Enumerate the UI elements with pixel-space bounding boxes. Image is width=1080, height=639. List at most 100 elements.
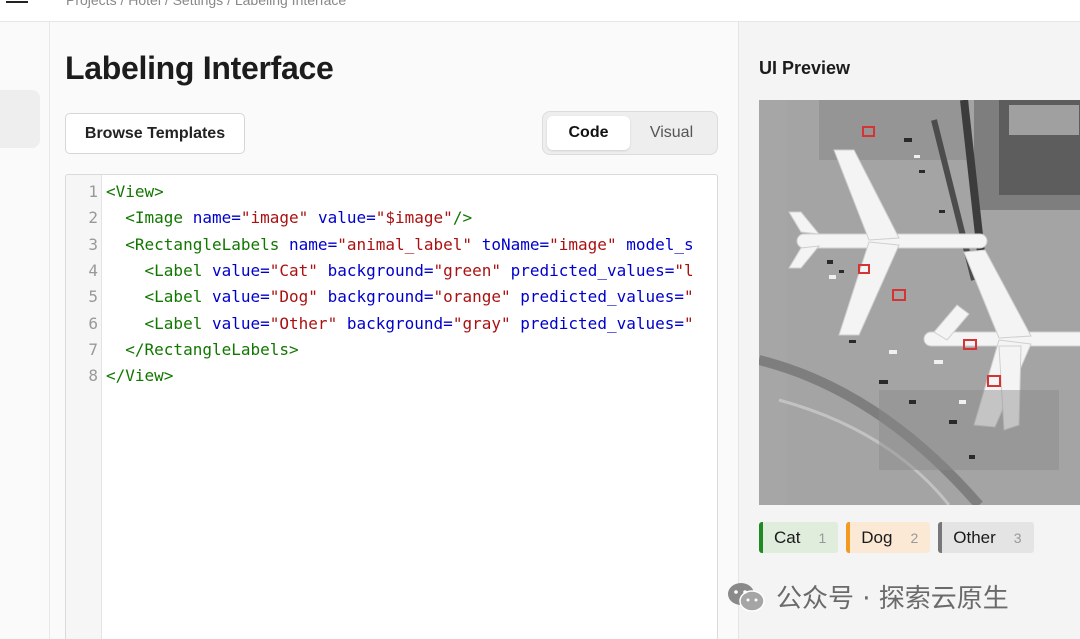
label-cat[interactable]: Cat 1 <box>759 522 839 553</box>
preview-image[interactable] <box>759 100 1080 505</box>
code-token: value= <box>211 260 270 280</box>
code-text: </RectangleLabels> <box>106 337 299 363</box>
code-token: value= <box>211 313 270 333</box>
top-bar: Projects / Hotel / Settings / Labeling I… <box>0 0 1080 22</box>
label-other-name: Other <box>953 527 996 547</box>
code-visual-toggle: Code Visual <box>542 111 718 155</box>
sidebar-item-active[interactable] <box>0 90 40 148</box>
code-token: background= <box>327 260 434 280</box>
label-cat-name: Cat <box>774 527 801 547</box>
code-token: predicted_values= <box>520 287 685 307</box>
line-number: 8 <box>88 366 98 386</box>
code-text: <Label value="Other" background="gray" p… <box>106 311 694 337</box>
code-token: predicted_values= <box>510 260 675 280</box>
watermark-text: 公众号 · 探索云原生 <box>776 584 1009 614</box>
label-dog-hotkey: 2 <box>910 529 919 546</box>
label-list: Cat 1 Dog 2 Other 3 <box>759 522 1034 553</box>
code-line[interactable]: 4 <Label value="Cat" background="green" … <box>66 258 717 284</box>
label-dog[interactable]: Dog 2 <box>846 522 931 553</box>
code-token: <Image <box>125 208 193 228</box>
code-line[interactable]: 6 <Label value="Other" background="gray"… <box>66 311 717 337</box>
code-text: <Image name="image" value="$image"/> <box>106 205 472 231</box>
code-token: /> <box>452 208 473 228</box>
code-token: "gray" <box>452 313 511 333</box>
preview-panel: UI Preview Cat 1 Dog 2 Other 3 <box>738 22 1080 639</box>
label-other[interactable]: Other 3 <box>938 522 1034 553</box>
code-text: <View> <box>106 179 164 205</box>
code-token: "green" <box>433 260 501 280</box>
menu-icon[interactable] <box>6 0 28 6</box>
code-editor[interactable]: 1 <View> 2 <Image name="image" value="$ima… <box>65 174 718 639</box>
code-token: predicted_values= <box>520 313 685 333</box>
code-line[interactable]: 2 <Image name="image" value="$image"/> <box>66 205 717 231</box>
code-token: " <box>684 313 694 333</box>
code-line[interactable]: 7 </RectangleLabels> <box>66 337 717 363</box>
label-other-hotkey: 3 <box>1013 529 1022 546</box>
code-token: </View> <box>106 366 174 386</box>
code-line[interactable]: 3 <RectangleLabels name="animal_label" t… <box>66 232 717 258</box>
code-token: name= <box>289 234 338 254</box>
code-text: <Label value="Cat" background="green" pr… <box>106 258 694 284</box>
code-token: <Label <box>144 313 212 333</box>
line-number: 6 <box>88 313 98 333</box>
code-token: <View> <box>106 182 164 201</box>
code-text: </View> <box>106 363 173 389</box>
code-token: background= <box>327 287 434 307</box>
code-token: </RectangleLabels> <box>125 339 299 359</box>
code-text: <RectangleLabels name="animal_label" toN… <box>106 232 694 258</box>
code-token: "image" <box>240 208 309 228</box>
code-text: <Label value="Dog" background="orange" p… <box>106 284 694 310</box>
line-number: 1 <box>88 182 98 201</box>
wechat-watermark: 公众号 · 探索云原生 <box>726 578 1009 615</box>
tab-code[interactable]: Code <box>547 116 630 150</box>
code-token: <Label <box>144 260 212 280</box>
code-token: "orange" <box>433 287 511 307</box>
code-token: "Dog" <box>269 287 318 307</box>
code-token: "animal_label" <box>337 234 473 254</box>
preview-title: UI Preview <box>759 58 851 78</box>
main-panel: Labeling Interface Browse Templates Code… <box>51 22 737 639</box>
wechat-icon <box>728 582 765 612</box>
line-number: 3 <box>88 234 98 254</box>
airport-aerial-image <box>759 100 1080 505</box>
line-number: 7 <box>88 339 98 359</box>
code-token: value= <box>317 208 376 228</box>
code-token: <Label <box>144 287 212 307</box>
code-token: "Other" <box>269 313 338 333</box>
left-sidebar <box>0 22 50 639</box>
code-token: "$image" <box>375 208 453 228</box>
browse-templates-button[interactable]: Browse Templates <box>65 113 245 154</box>
code-line[interactable]: 5 <Label value="Dog" background="orange"… <box>66 284 717 310</box>
code-token: "image" <box>549 234 617 254</box>
breadcrumb[interactable]: Projects / Hotel / Settings / Labeling I… <box>66 0 346 8</box>
code-line[interactable]: 1 <View> <box>66 179 717 205</box>
tab-visual[interactable]: Visual <box>630 116 713 150</box>
code-token: " <box>684 287 694 307</box>
page-title: Labeling Interface <box>65 50 334 86</box>
code-line[interactable]: 8 </View> <box>66 363 717 389</box>
line-number: 2 <box>88 208 98 228</box>
code-token: "l <box>674 260 694 280</box>
code-token: "Cat" <box>269 260 318 280</box>
code-token: toName= <box>481 234 550 254</box>
label-cat-hotkey: 1 <box>818 529 827 546</box>
code-token: <RectangleLabels <box>125 234 290 254</box>
code-token: name= <box>192 208 241 228</box>
code-token: background= <box>346 313 453 333</box>
code-token: model_s <box>626 234 694 254</box>
label-dog-name: Dog <box>861 527 893 547</box>
